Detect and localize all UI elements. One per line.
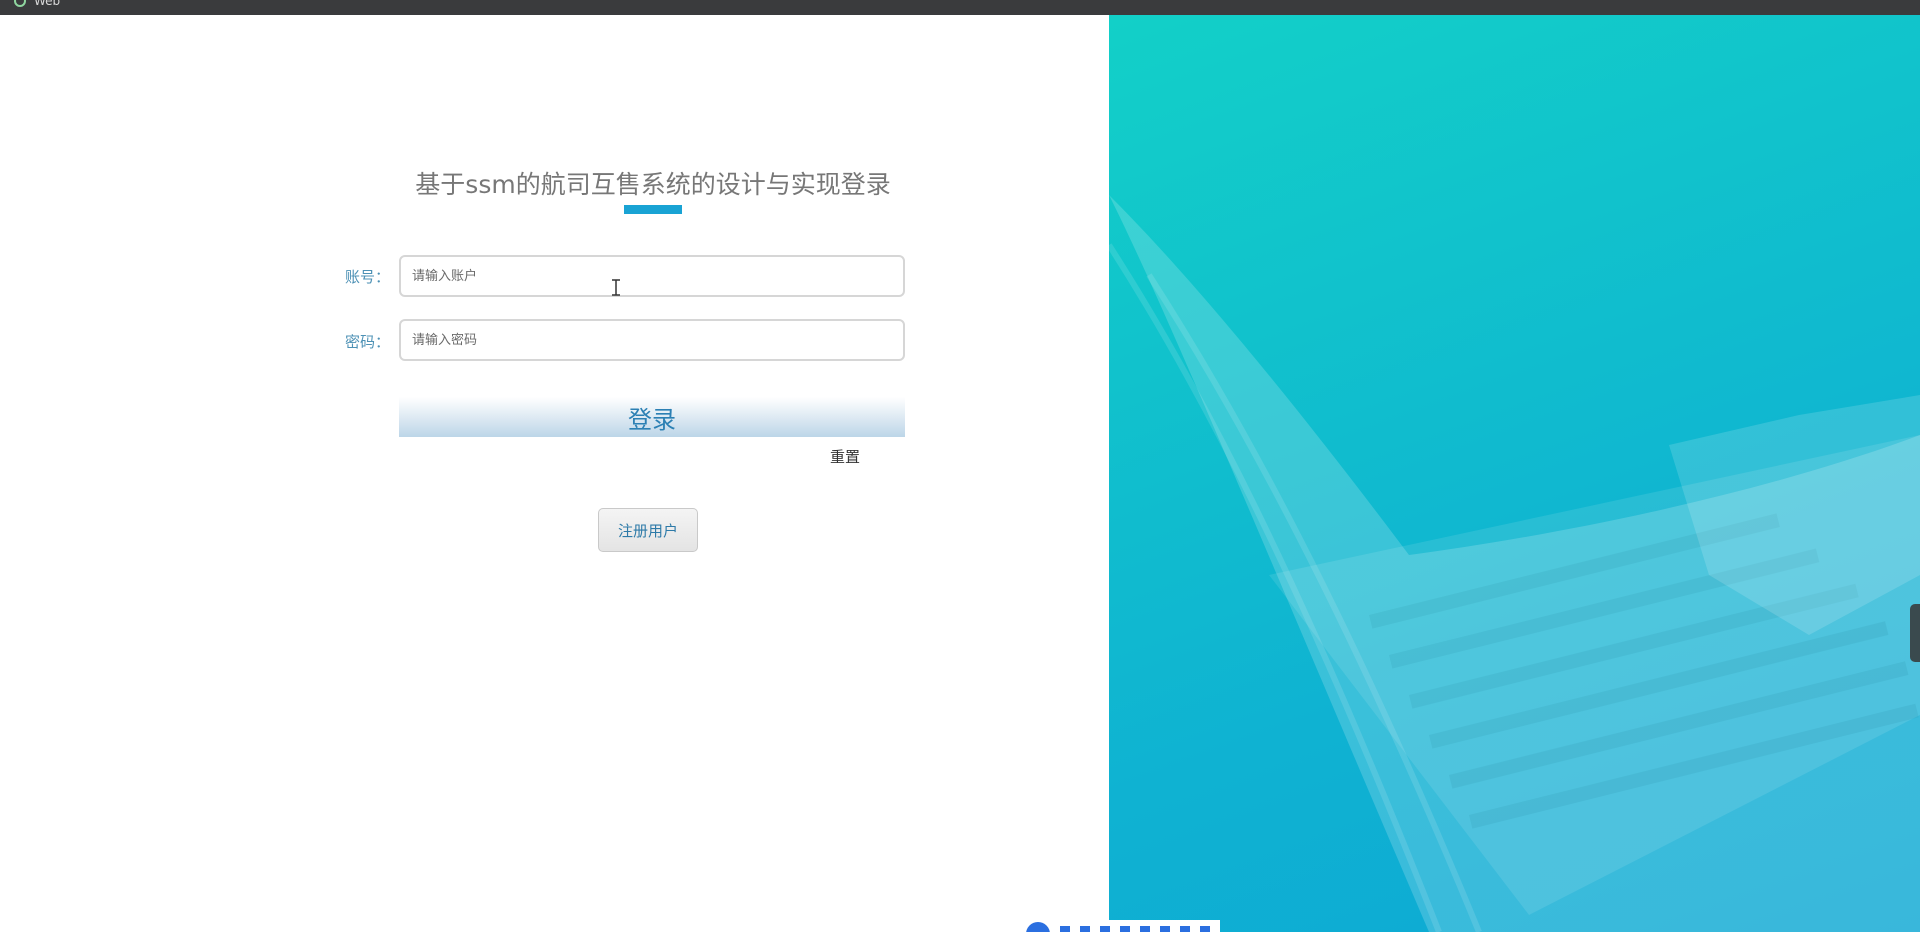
login-panel [0,15,1109,932]
app-icon [14,0,26,7]
toolbar-app-icon[interactable] [1026,922,1050,932]
reset-link[interactable]: 重置 [830,446,860,467]
title-underline [624,205,682,214]
hero-image [1109,15,1920,932]
register-button[interactable]: 注册用户 [598,508,698,552]
text-cursor-icon [612,279,620,296]
window-title: Web [34,0,61,8]
floating-toolbar[interactable] [1024,920,1220,932]
window-title-bar: Web [0,0,1920,15]
password-label: 密码： [344,333,390,351]
side-panel-handle[interactable] [1910,604,1920,662]
account-input[interactable] [399,255,905,297]
account-label: 账号： [344,268,390,286]
password-input[interactable] [399,319,905,361]
toolbar-buttons[interactable] [1060,926,1210,932]
laptop-illustration [1109,195,1920,932]
login-button[interactable]: 登录 [399,397,905,437]
